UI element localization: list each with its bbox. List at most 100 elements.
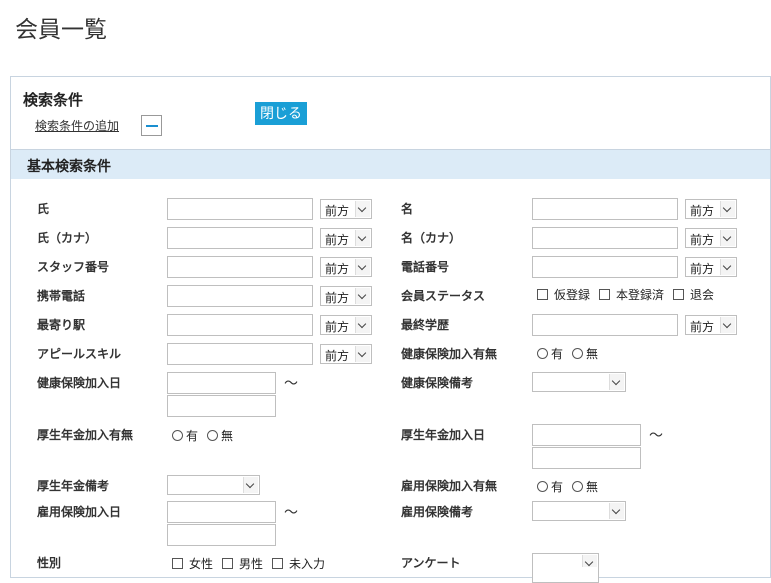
match-value: 前方 — [690, 204, 715, 218]
health-ins-yes-radio[interactable] — [537, 348, 548, 359]
first-name-kana-input[interactable] — [532, 227, 678, 249]
education-input[interactable] — [532, 314, 678, 336]
gender-unset-checkbox[interactable] — [272, 558, 284, 569]
label-nearest-station: 最寄り駅 — [37, 318, 86, 332]
first-name-match-select[interactable]: 前方 — [685, 199, 737, 219]
label-pension-date: 厚生年金加入日 — [401, 428, 486, 442]
last-name-match-select[interactable]: 前方 — [320, 199, 372, 219]
employ-ins-date-to-input[interactable] — [167, 524, 276, 546]
search-panel-title: 検索条件 — [23, 91, 84, 109]
appeal-skill-match-select[interactable]: 前方 — [320, 344, 372, 364]
chevron-up-icon — [582, 555, 597, 567]
basic-search-section-header: 基本検索条件 — [11, 149, 770, 179]
label-first-name-kana: 名（カナ） — [401, 231, 462, 245]
last-name-input[interactable] — [167, 198, 313, 220]
match-value: 前方 — [690, 320, 715, 334]
label-first-name: 名 — [401, 202, 414, 216]
match-value: 前方 — [690, 262, 715, 276]
survey-listbox[interactable] — [532, 553, 599, 583]
health-ins-date-to-input[interactable] — [167, 395, 276, 417]
health-ins-note-select[interactable] — [532, 372, 626, 392]
chevron-down-icon — [609, 503, 624, 519]
match-value: 前方 — [325, 320, 350, 334]
pension-date-to-input[interactable] — [532, 447, 641, 469]
match-value: 前方 — [690, 233, 715, 247]
employ-ins-note-select[interactable] — [532, 501, 626, 521]
close-button[interactable]: 閉じる — [255, 102, 307, 125]
label-staff-number: スタッフ番号 — [37, 260, 110, 274]
pension-flag-options: 有 無 — [172, 427, 233, 444]
yes-label: 有 — [551, 480, 564, 494]
label-health-ins-note: 健康保険備考 — [401, 376, 474, 390]
label-gender: 性別 — [37, 556, 62, 570]
gender-male-label: 男性 — [239, 557, 264, 571]
member-status-options: 仮登録 本登録済 退会 — [537, 286, 714, 303]
staff-number-match-select[interactable]: 前方 — [320, 257, 372, 277]
match-value: 前方 — [325, 233, 350, 247]
label-health-ins-date: 健康保険加入日 — [37, 376, 122, 390]
status-withdrawn-checkbox[interactable] — [673, 289, 685, 300]
chevron-down-icon — [609, 374, 624, 390]
pension-no-radio[interactable] — [207, 430, 219, 441]
chevron-down-icon — [720, 230, 735, 246]
chevron-down-icon — [243, 477, 258, 493]
employ-ins-no-radio[interactable] — [572, 481, 584, 492]
add-search-condition-link[interactable]: 検索条件の追加 — [35, 117, 119, 134]
chevron-down-icon — [720, 317, 735, 333]
appeal-skill-input[interactable] — [167, 343, 313, 365]
yes-label: 有 — [551, 347, 564, 361]
label-survey: アンケート — [401, 556, 461, 570]
staff-number-input[interactable] — [167, 256, 313, 278]
label-employ-ins-note: 雇用保険備考 — [401, 505, 474, 519]
chevron-down-icon — [355, 230, 370, 246]
phone-input[interactable] — [532, 256, 678, 278]
gender-female-label: 女性 — [189, 557, 214, 571]
status-registered-label: 本登録済 — [616, 288, 665, 302]
label-appeal-skill: アピールスキル — [37, 347, 122, 361]
last-name-kana-match-select[interactable]: 前方 — [320, 228, 372, 248]
employ-ins-yes-radio[interactable] — [537, 481, 548, 492]
chevron-down-icon — [355, 201, 370, 217]
label-pension-note: 厚生年金備考 — [37, 479, 110, 493]
no-label: 無 — [221, 429, 234, 443]
label-pension-flag: 厚生年金加入有無 — [37, 428, 134, 442]
chevron-down-icon — [720, 201, 735, 217]
phone-match-select[interactable]: 前方 — [685, 257, 737, 277]
page-title: 会員一覧 — [15, 17, 107, 43]
range-tilde: 〜 — [649, 428, 663, 444]
section-title: 基本検索条件 — [27, 159, 111, 175]
pension-yes-radio[interactable] — [172, 430, 183, 441]
range-tilde: 〜 — [284, 376, 298, 392]
status-registered-checkbox[interactable] — [599, 289, 611, 300]
match-value: 前方 — [325, 204, 350, 218]
gender-female-checkbox[interactable] — [172, 558, 183, 569]
health-ins-no-radio[interactable] — [572, 348, 584, 359]
label-last-name: 氏 — [37, 202, 50, 216]
status-temp-label: 仮登録 — [554, 288, 591, 302]
chevron-down-icon — [720, 259, 735, 275]
label-health-ins-flag: 健康保険加入有無 — [401, 347, 498, 361]
first-name-input[interactable] — [532, 198, 678, 220]
match-value: 前方 — [325, 262, 350, 276]
health-ins-date-from-input[interactable] — [167, 372, 276, 394]
employ-ins-date-from-input[interactable] — [167, 501, 276, 523]
collapse-minus-button[interactable] — [141, 115, 162, 136]
education-match-select[interactable]: 前方 — [685, 315, 737, 335]
label-phone: 電話番号 — [401, 260, 450, 274]
label-employ-ins-date: 雇用保険加入日 — [37, 505, 122, 519]
status-withdrawn-label: 退会 — [690, 288, 715, 302]
mobile-input[interactable] — [167, 285, 313, 307]
mobile-match-select[interactable]: 前方 — [320, 286, 372, 306]
pension-date-from-input[interactable] — [532, 424, 641, 446]
status-temp-checkbox[interactable] — [537, 289, 548, 300]
first-name-kana-match-select[interactable]: 前方 — [685, 228, 737, 248]
nearest-station-input[interactable] — [167, 314, 313, 336]
pension-note-select[interactable] — [167, 475, 260, 495]
nearest-station-match-select[interactable]: 前方 — [320, 315, 372, 335]
employ-ins-flag-options: 有 無 — [537, 478, 598, 495]
search-panel: 検索条件 検索条件の追加 閉じる 基本検索条件 氏 前方 名 前方 氏（カナ） … — [10, 76, 771, 583]
last-name-kana-input[interactable] — [167, 227, 313, 249]
gender-male-checkbox[interactable] — [222, 558, 234, 569]
yes-label: 有 — [186, 429, 199, 443]
match-value: 前方 — [325, 291, 350, 305]
